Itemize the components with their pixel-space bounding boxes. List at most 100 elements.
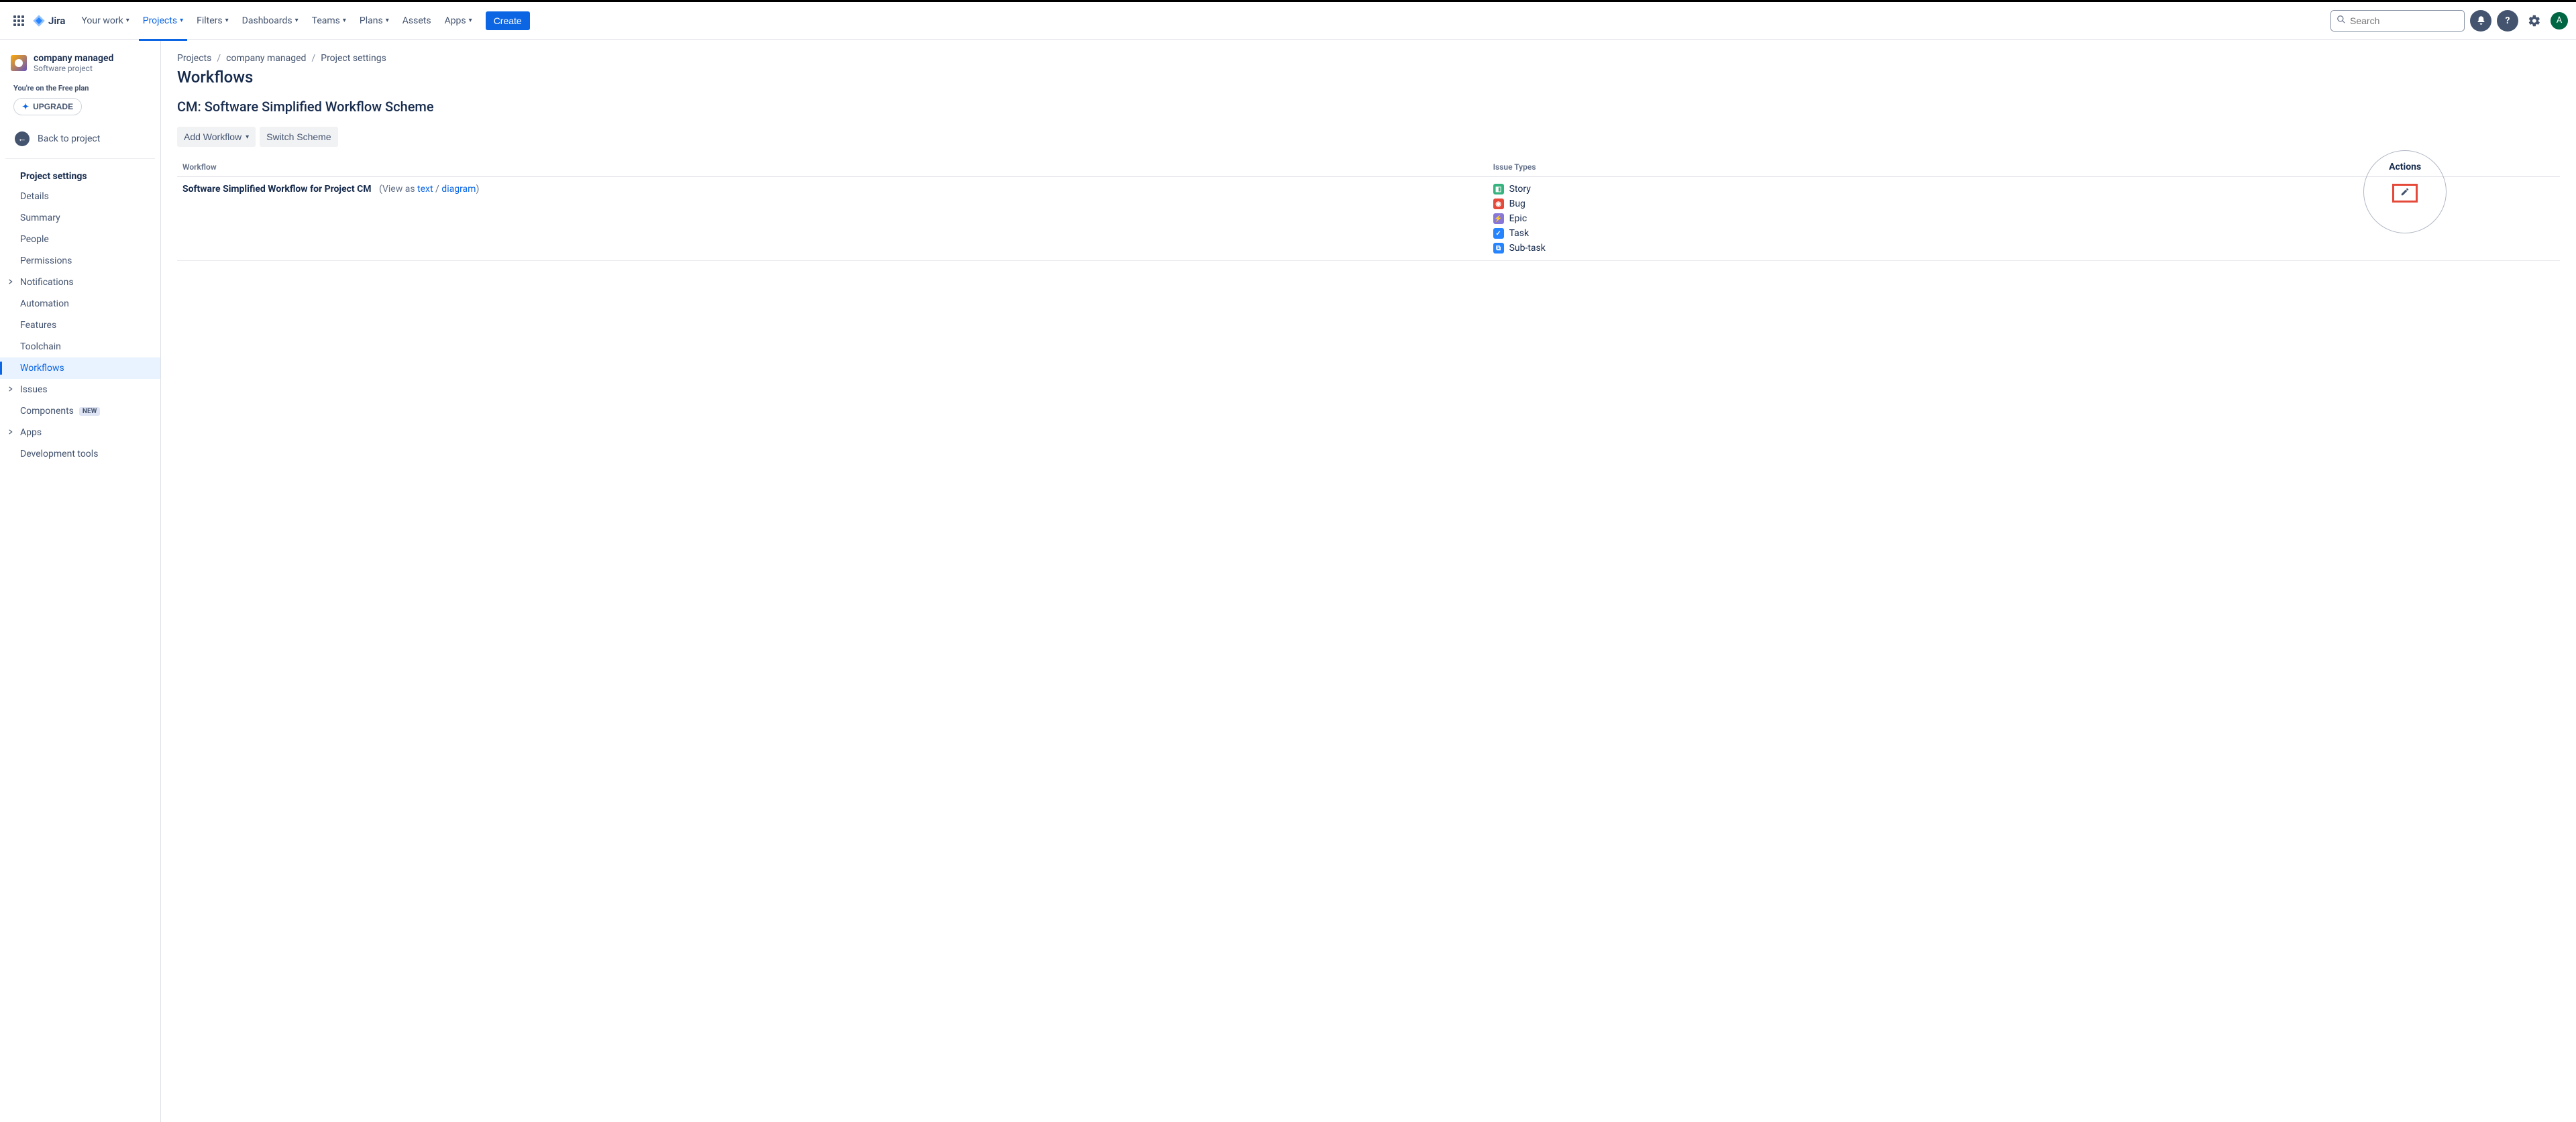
nav-item-filters[interactable]: Filters▾ bbox=[191, 11, 234, 30]
sidebar: company managed Software project You're … bbox=[0, 40, 161, 1122]
breadcrumb-sep: / bbox=[217, 53, 221, 64]
sidebar-item-issues[interactable]: Issues bbox=[0, 379, 160, 400]
workflow-row: Software Simplified Workflow for Project… bbox=[177, 177, 2560, 261]
nav-item-plans[interactable]: Plans▾ bbox=[354, 11, 394, 30]
nav-item-your-work[interactable]: Your work▾ bbox=[76, 11, 134, 30]
breadcrumb-sep: / bbox=[311, 53, 315, 64]
nav-item-label: Plans bbox=[360, 15, 383, 26]
top-nav: Jira Your work▾Projects▾Filters▾Dashboar… bbox=[0, 2, 2576, 40]
jira-mark-icon bbox=[32, 14, 46, 27]
sidebar-item-components[interactable]: Components NEW bbox=[0, 400, 160, 422]
nav-item-dashboards[interactable]: Dashboards▾ bbox=[237, 11, 304, 30]
sidebar-item-toolchain[interactable]: Toolchain bbox=[0, 336, 160, 357]
epic-icon: ⚡ bbox=[1493, 213, 1504, 224]
upgrade-button[interactable]: ✦ UPGRADE bbox=[13, 98, 82, 115]
sidebar-item-workflows[interactable]: Workflows bbox=[0, 357, 160, 379]
user-avatar[interactable]: A bbox=[2551, 12, 2568, 30]
jira-logo[interactable]: Jira bbox=[32, 14, 65, 27]
back-arrow-icon: ← bbox=[15, 131, 30, 146]
help-icon[interactable]: ? bbox=[2497, 10, 2518, 32]
chevron-down-icon: ▾ bbox=[386, 17, 389, 24]
sidebar-item-permissions[interactable]: Permissions bbox=[0, 250, 160, 272]
project-icon bbox=[11, 55, 27, 71]
back-label: Back to project bbox=[38, 133, 100, 144]
subtask-icon: ⧉ bbox=[1493, 243, 1504, 254]
col-issuetypes: Issue Types bbox=[1488, 158, 2251, 177]
issue-type-label: Bug bbox=[1509, 199, 1525, 209]
chevron-down-icon: ▾ bbox=[126, 17, 129, 24]
back-to-project[interactable]: ← Back to project bbox=[0, 125, 160, 153]
search-input[interactable] bbox=[2350, 15, 2471, 26]
view-as-wrap: (View as text / diagram) bbox=[379, 184, 479, 194]
sidebar-item-details[interactable]: Details bbox=[0, 186, 160, 207]
sidebar-section-title: Project settings bbox=[0, 164, 160, 186]
view-as-diagram-link[interactable]: diagram bbox=[441, 184, 476, 194]
switch-scheme-button[interactable]: Switch Scheme bbox=[260, 127, 337, 147]
nav-item-label: Teams bbox=[312, 15, 340, 26]
breadcrumb-project[interactable]: company managed bbox=[226, 53, 306, 64]
sidebar-item-apps[interactable]: Apps bbox=[0, 422, 160, 443]
settings-icon[interactable] bbox=[2524, 10, 2545, 32]
main-content: Projects / company managed / Project set… bbox=[161, 40, 2576, 1122]
sidebar-item-label: Notifications bbox=[20, 277, 74, 288]
sidebar-item-label: Features bbox=[20, 320, 56, 331]
nav-item-label: Your work bbox=[81, 15, 123, 26]
nav-item-label: Projects bbox=[143, 15, 177, 26]
nav-items: Your work▾Projects▾Filters▾Dashboards▾Te… bbox=[76, 11, 477, 30]
app-switcher-icon[interactable] bbox=[8, 10, 30, 32]
expand-chevron-icon bbox=[8, 386, 13, 394]
bug-icon: ◉ bbox=[1493, 199, 1504, 209]
search-box[interactable] bbox=[2330, 10, 2465, 32]
nav-item-label: Filters bbox=[197, 15, 223, 26]
workflow-table: Workflow Issue Types Actions Software Si… bbox=[177, 158, 2560, 261]
nav-item-apps[interactable]: Apps▾ bbox=[439, 11, 478, 30]
sidebar-item-label: Workflows bbox=[20, 363, 64, 374]
sidebar-item-label: Apps bbox=[20, 427, 42, 438]
nav-item-label: Assets bbox=[402, 15, 431, 26]
sidebar-item-automation[interactable]: Automation bbox=[0, 293, 160, 315]
breadcrumb-projects[interactable]: Projects bbox=[177, 53, 211, 64]
expand-chevron-icon bbox=[8, 279, 13, 286]
nav-item-projects[interactable]: Projects▾ bbox=[138, 11, 189, 30]
page-title: Workflows bbox=[177, 68, 2560, 87]
issue-type-label: Story bbox=[1509, 184, 1531, 194]
project-type: Software project bbox=[34, 64, 113, 73]
sidebar-item-label: Details bbox=[20, 191, 49, 202]
breadcrumb-settings[interactable]: Project settings bbox=[321, 53, 386, 64]
issue-type-label: Sub-task bbox=[1509, 243, 1546, 254]
sidebar-item-development-tools[interactable]: Development tools bbox=[0, 443, 160, 465]
sidebar-item-notifications[interactable]: Notifications bbox=[0, 272, 160, 293]
issue-type-row: ⧉ Sub-task bbox=[1493, 243, 2245, 254]
issue-type-label: Epic bbox=[1509, 213, 1527, 224]
sidebar-item-label: Automation bbox=[20, 298, 69, 309]
col-workflow: Workflow bbox=[177, 158, 1488, 177]
nav-item-label: Dashboards bbox=[242, 15, 292, 26]
sidebar-item-features[interactable]: Features bbox=[0, 315, 160, 336]
expand-chevron-icon bbox=[8, 429, 13, 437]
new-badge: NEW bbox=[79, 407, 100, 416]
workflow-name: Software Simplified Workflow for Project… bbox=[182, 184, 372, 194]
issue-type-row: ⚡ Epic bbox=[1493, 213, 2245, 224]
chevron-down-icon: ▾ bbox=[295, 17, 299, 24]
sidebar-item-label: Components bbox=[20, 406, 74, 416]
project-header[interactable]: company managed Software project bbox=[0, 53, 160, 81]
issue-type-row: ✓Task bbox=[1493, 228, 2245, 239]
search-icon bbox=[2337, 15, 2346, 27]
scheme-title: CM: Software Simplified Workflow Scheme bbox=[177, 99, 2560, 115]
free-plan-text: You're on the Free plan bbox=[0, 81, 160, 98]
add-workflow-label: Add Workflow bbox=[184, 131, 241, 142]
task-icon: ✓ bbox=[1493, 228, 1504, 239]
sidebar-item-people[interactable]: People bbox=[0, 229, 160, 250]
add-workflow-button[interactable]: Add Workflow ▾ bbox=[177, 127, 256, 147]
nav-item-teams[interactable]: Teams▾ bbox=[307, 11, 352, 30]
pencil-icon bbox=[2400, 187, 2410, 199]
create-button[interactable]: Create bbox=[486, 11, 530, 30]
view-as-text-link[interactable]: text bbox=[417, 184, 433, 194]
sidebar-item-summary[interactable]: Summary bbox=[0, 207, 160, 229]
project-name: company managed bbox=[34, 53, 113, 64]
edit-workflow-button[interactable] bbox=[2392, 184, 2418, 203]
sidebar-item-label: Development tools bbox=[20, 449, 98, 459]
nav-item-assets[interactable]: Assets bbox=[397, 11, 437, 30]
notifications-icon[interactable] bbox=[2470, 10, 2491, 32]
sidebar-item-label: Toolchain bbox=[20, 341, 61, 352]
